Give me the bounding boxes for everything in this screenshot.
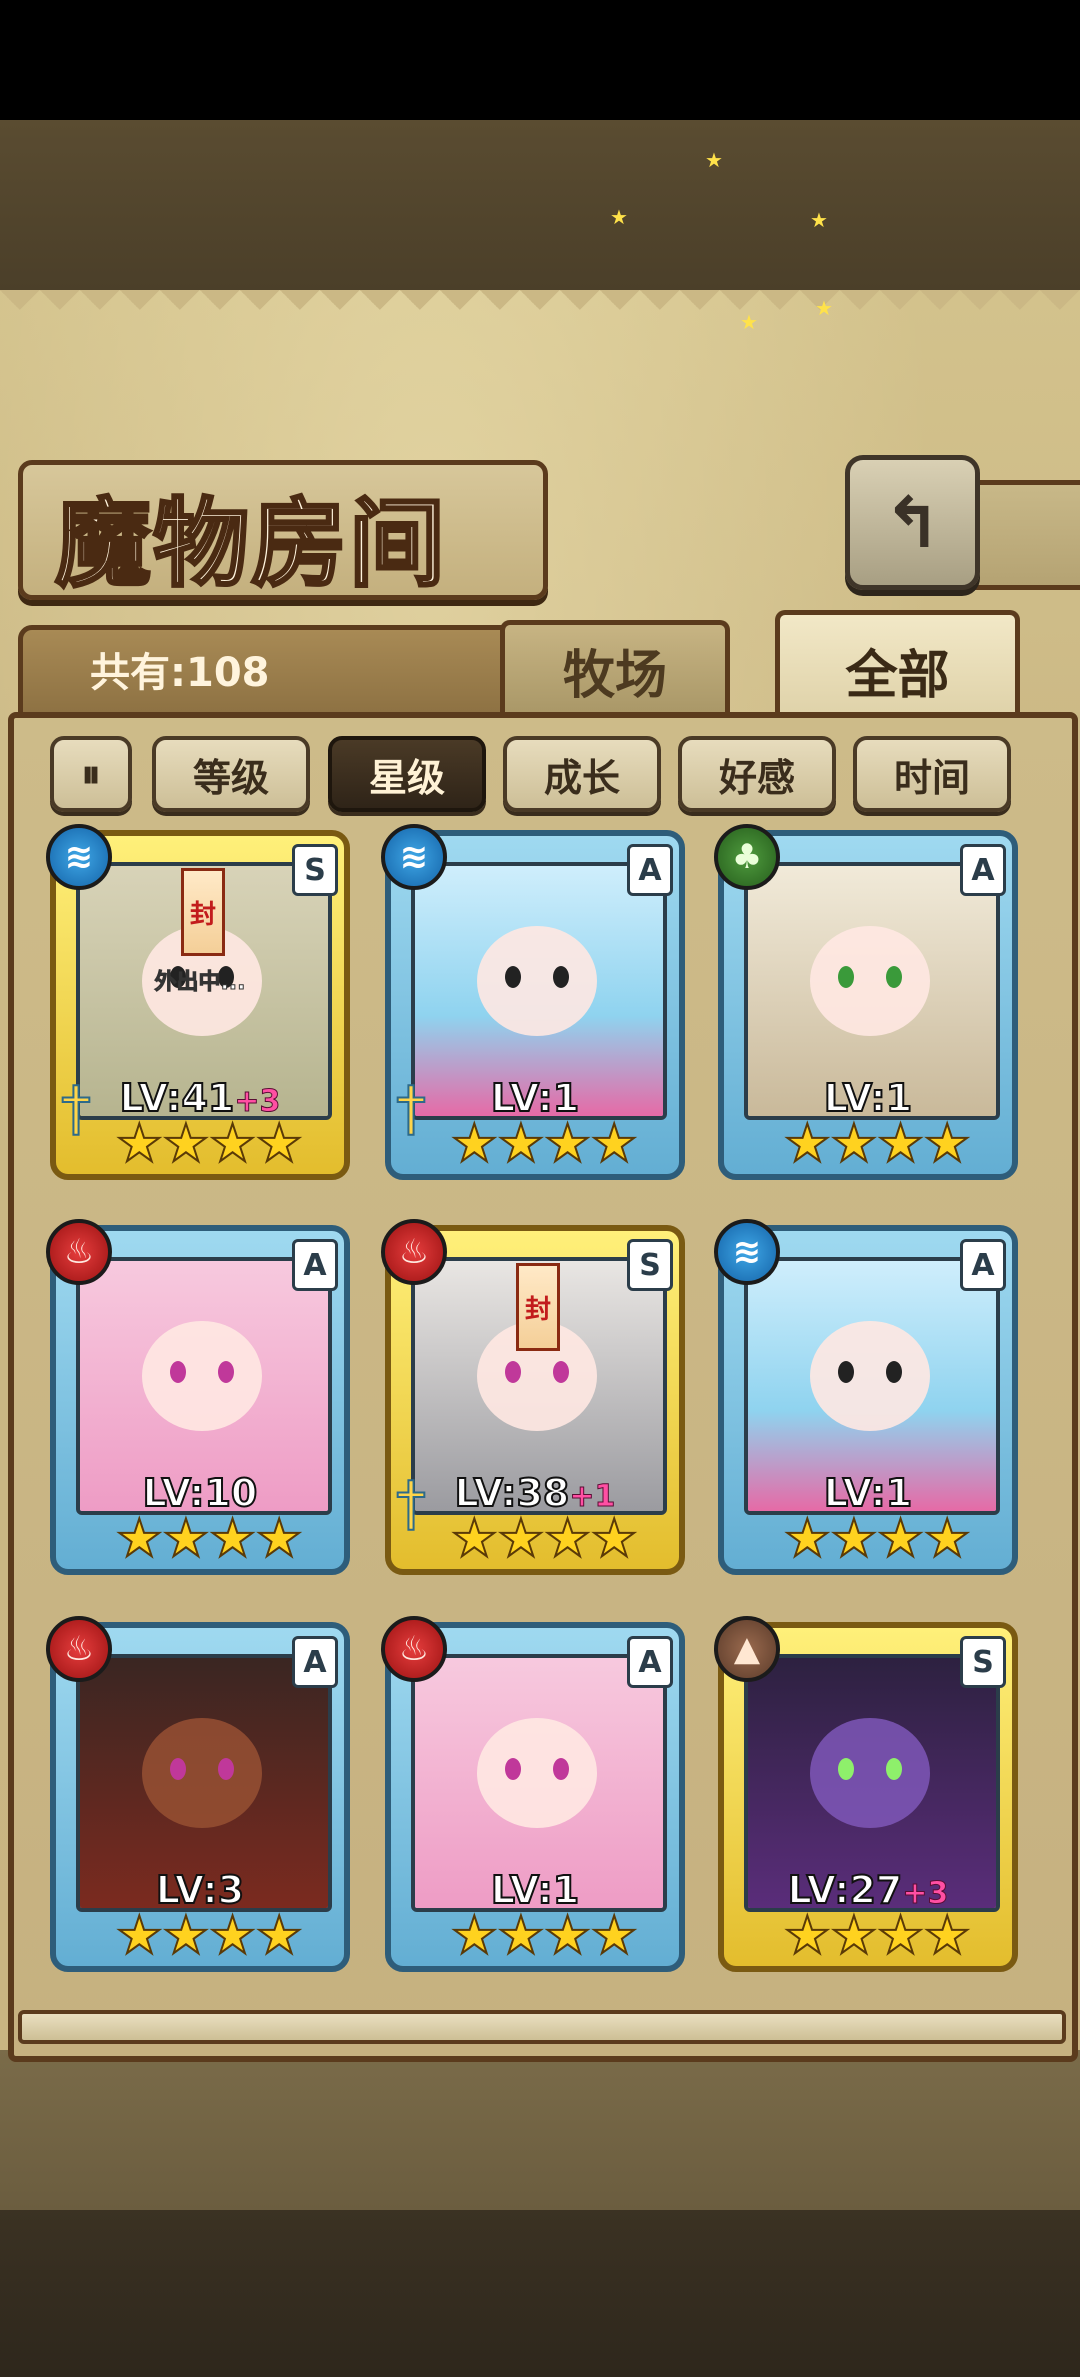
- monster-card[interactable]: 封 ♨ S † LV:38+1 ★ ★ ★ ★: [381, 1219, 685, 1575]
- grass-element-icon: ♣: [714, 824, 780, 890]
- star-rating: ★ ★ ★ ★: [450, 1906, 638, 1966]
- star-icon: ★: [162, 1509, 211, 1569]
- star-rating: ★ ★ ★ ★: [783, 1906, 971, 1966]
- rank-badge: A: [960, 844, 1006, 896]
- water-element-icon: ≋: [46, 824, 112, 890]
- rank-badge: A: [960, 1239, 1006, 1291]
- star-icon: ★: [255, 1509, 304, 1569]
- sparkle-icon: ★: [815, 296, 833, 320]
- star-icon: ★: [208, 1906, 257, 1966]
- rank-badge: A: [627, 844, 673, 896]
- fire-element-icon: ♨: [381, 1616, 447, 1682]
- sort-order-toggle-button[interactable]: ⏸: [50, 736, 132, 812]
- star-icon: ★: [208, 1114, 257, 1174]
- water-element-icon: ≋: [381, 824, 447, 890]
- sort-toggle-icon: ⏸: [81, 751, 101, 796]
- tab-ranch[interactable]: 牧场: [500, 620, 730, 715]
- star-rating: ★ ★ ★ ★: [115, 1906, 303, 1966]
- star-icon: ★: [543, 1509, 592, 1569]
- star-icon: ★: [450, 1509, 499, 1569]
- fire-element-icon: ♨: [46, 1616, 112, 1682]
- star-icon: ★: [923, 1509, 972, 1569]
- star-icon: ★: [923, 1906, 972, 1966]
- back-button[interactable]: ↰: [845, 455, 980, 590]
- sort-growth-button[interactable]: 成长: [503, 736, 661, 812]
- rank-badge: S: [960, 1636, 1006, 1688]
- sparkle-icon: ★: [810, 208, 828, 232]
- star-icon: ★: [876, 1114, 925, 1174]
- bottom-parchment-band: [0, 2050, 1080, 2210]
- star-rating: ★ ★ ★ ★: [115, 1114, 303, 1174]
- star-icon: ★: [208, 1509, 257, 1569]
- rank-badge: S: [627, 1239, 673, 1291]
- monster-card[interactable]: ♨ A LV:10 ★ ★ ★ ★: [46, 1219, 350, 1575]
- star-icon: ★: [590, 1114, 639, 1174]
- monster-count: 共有:108: [90, 650, 270, 696]
- rank-badge: S: [292, 844, 338, 896]
- page-title: 魔物房间: [54, 486, 447, 602]
- panel-bottom-bar: [18, 2010, 1066, 2044]
- star-icon: ★: [923, 1114, 972, 1174]
- star-icon: ★: [115, 1114, 164, 1174]
- star-icon: ★: [162, 1906, 211, 1966]
- star-icon: ★: [497, 1906, 546, 1966]
- monster-card[interactable]: ♨ A LV:1 ★ ★ ★ ★: [381, 1616, 685, 1972]
- sort-star-button[interactable]: 星级: [328, 736, 486, 812]
- star-icon: ★: [830, 1509, 879, 1569]
- star-rating: ★ ★ ★ ★: [115, 1509, 303, 1569]
- star-icon: ★: [115, 1509, 164, 1569]
- star-rating: ★ ★ ★ ★: [450, 1114, 638, 1174]
- earth-element-icon: ▲: [714, 1616, 780, 1682]
- seal-talisman-icon: 封: [181, 868, 225, 956]
- monster-card[interactable]: ▲ S LV:27+3 ★ ★ ★ ★: [714, 1616, 1018, 1972]
- tab-all[interactable]: 全部: [775, 610, 1020, 725]
- star-icon: ★: [830, 1114, 879, 1174]
- water-element-icon: ≋: [714, 1219, 780, 1285]
- star-icon: ★: [162, 1114, 211, 1174]
- star-icon: ★: [255, 1906, 304, 1966]
- star-icon: ★: [497, 1509, 546, 1569]
- star-icon: ★: [783, 1114, 832, 1174]
- fire-element-icon: ♨: [381, 1219, 447, 1285]
- star-icon: ★: [255, 1114, 304, 1174]
- star-icon: ★: [450, 1906, 499, 1966]
- back-arrow-icon: ↰: [883, 481, 942, 564]
- sort-time-button[interactable]: 时间: [853, 736, 1011, 812]
- monster-card[interactable]: ♨ A LV:3 ★ ★ ★ ★: [46, 1616, 350, 1972]
- monster-card[interactable]: 封 ≋ S 外出中... † LV:41+3 ★ ★ ★ ★: [46, 824, 350, 1180]
- rank-badge: A: [292, 1239, 338, 1291]
- star-icon: ★: [497, 1114, 546, 1174]
- star-icon: ★: [590, 1906, 639, 1966]
- star-rating: ★ ★ ★ ★: [450, 1509, 638, 1569]
- seal-talisman-icon: 封: [516, 1263, 560, 1351]
- monster-card[interactable]: ♣ A LV:1 ★ ★ ★ ★: [714, 824, 1018, 1180]
- rank-badge: A: [292, 1636, 338, 1688]
- star-icon: ★: [115, 1906, 164, 1966]
- sparkle-icon: ★: [610, 205, 628, 229]
- star-rating: ★ ★ ★ ★: [783, 1114, 971, 1174]
- star-icon: ★: [543, 1114, 592, 1174]
- star-icon: ★: [783, 1906, 832, 1966]
- sparkle-icon: ★: [705, 148, 723, 172]
- monster-card[interactable]: ≋ A LV:1 ★ ★ ★ ★: [714, 1219, 1018, 1575]
- star-icon: ★: [543, 1906, 592, 1966]
- rank-badge: A: [627, 1636, 673, 1688]
- star-icon: ★: [830, 1906, 879, 1966]
- monster-card[interactable]: ≋ A † LV:1 ★ ★ ★ ★: [381, 824, 685, 1180]
- fire-element-icon: ♨: [46, 1219, 112, 1285]
- star-icon: ★: [590, 1509, 639, 1569]
- bottom-map-strip: [0, 2210, 1080, 2377]
- star-icon: ★: [876, 1509, 925, 1569]
- sort-affection-button[interactable]: 好感: [678, 736, 836, 812]
- sort-level-button[interactable]: 等级: [152, 736, 310, 812]
- top-map-strip: ★ ★ ★: [0, 120, 1080, 290]
- star-rating: ★ ★ ★ ★: [783, 1509, 971, 1569]
- sparkle-icon: ★: [740, 310, 758, 334]
- status-away-label: 外出中...: [154, 970, 246, 996]
- star-icon: ★: [876, 1906, 925, 1966]
- star-icon: ★: [450, 1114, 499, 1174]
- parchment-torn-edge: [0, 290, 1080, 330]
- star-icon: ★: [783, 1509, 832, 1569]
